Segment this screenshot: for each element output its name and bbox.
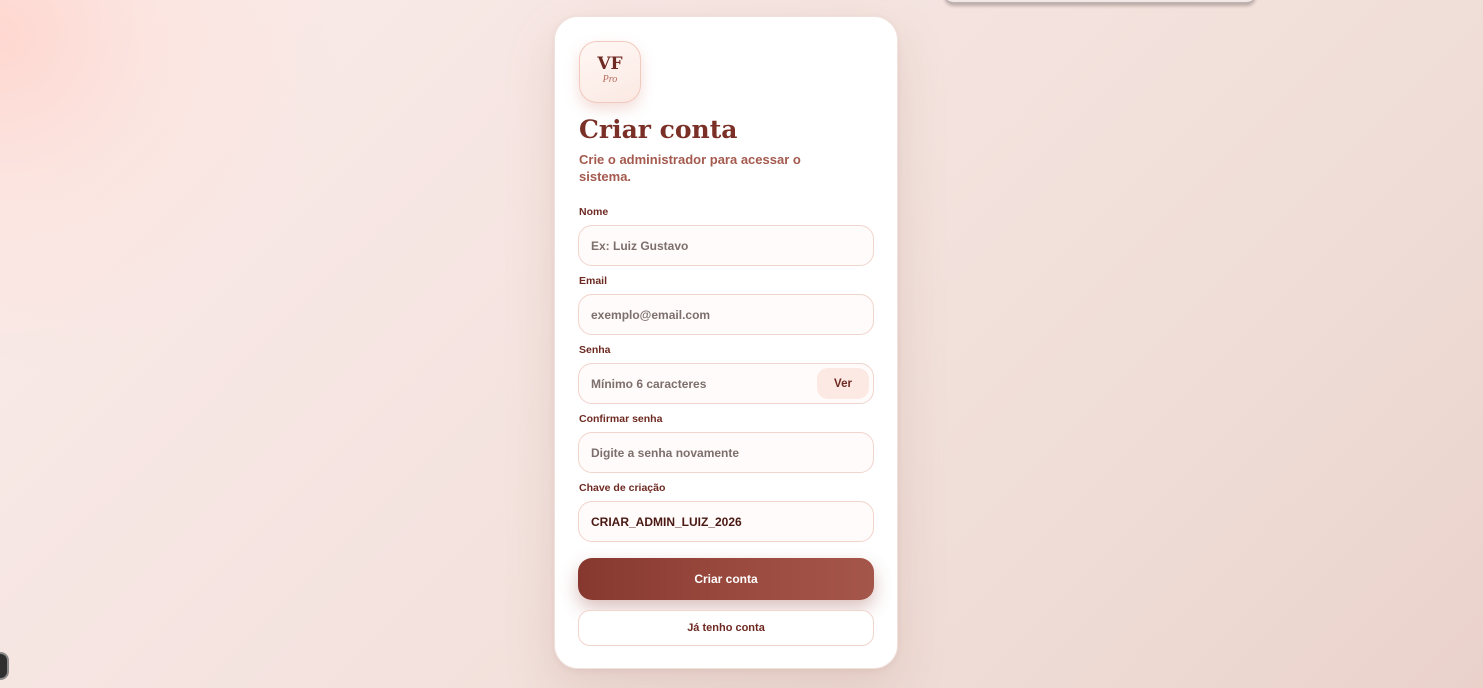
logo-tagline: Pro <box>602 74 618 85</box>
email-label: Email <box>579 275 608 287</box>
floating-widget-button[interactable] <box>0 652 9 680</box>
name-input[interactable] <box>578 225 874 266</box>
create-account-button[interactable]: Criar conta <box>578 558 874 600</box>
creation-key-label: Chave de criação <box>579 482 666 494</box>
logo-monogram: VF <box>597 54 623 74</box>
top-notification-edge <box>944 0 1256 4</box>
creation-key-input[interactable] <box>578 501 874 542</box>
email-input[interactable] <box>578 294 874 335</box>
page-subtitle: Crie o administrador para acessar o sist… <box>579 152 801 184</box>
already-have-account-button[interactable]: Já tenho conta <box>578 610 874 646</box>
show-password-button[interactable]: Ver <box>817 368 869 399</box>
confirm-password-label: Confirmar senha <box>579 413 663 425</box>
app-logo: VF Pro <box>579 41 641 103</box>
password-label: Senha <box>579 344 611 356</box>
signup-card: VF Pro Criar conta Crie o administrador … <box>554 16 898 669</box>
page-title: Criar conta <box>579 115 738 144</box>
confirm-password-input[interactable] <box>578 432 874 473</box>
name-label: Nome <box>579 206 609 218</box>
